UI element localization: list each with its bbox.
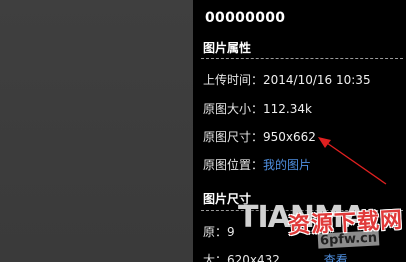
upload-time-value: 2014/10/16 10:35 bbox=[263, 73, 371, 87]
upload-time-label: 上传时间： bbox=[203, 73, 264, 87]
view-large-link[interactable]: 查看 bbox=[324, 253, 348, 262]
original-size-label: 原图大小： bbox=[203, 102, 264, 116]
large-size-label: 大：620x432 bbox=[203, 253, 280, 262]
properties-divider bbox=[201, 58, 403, 59]
original-size-value: 112.34k bbox=[263, 102, 312, 116]
original-location-label: 原图位置： bbox=[203, 158, 264, 172]
properties-section-title: 图片属性 bbox=[203, 41, 252, 55]
original-size-option[interactable]: 原：9 bbox=[203, 223, 235, 240]
my-images-link[interactable]: 我的图片 bbox=[263, 158, 311, 172]
original-dimensions-label: 原图尺寸： bbox=[203, 130, 264, 144]
upload-time-row: 上传时间：2014/10/16 10:35 bbox=[203, 71, 371, 88]
image-preview-area bbox=[0, 0, 193, 262]
original-size-row: 原图大小：112.34k bbox=[203, 100, 312, 117]
original-dimensions-value: 950x662 bbox=[263, 130, 316, 144]
file-name: 00000000 bbox=[205, 10, 286, 26]
original-dimensions-row: 原图尺寸：950x662 bbox=[203, 128, 316, 145]
large-size-option: 大：620x432 查看 bbox=[203, 251, 348, 262]
original-location-row: 原图位置：我的图片 bbox=[203, 156, 311, 173]
watermark-url: 6pfw.cn bbox=[317, 230, 380, 249]
